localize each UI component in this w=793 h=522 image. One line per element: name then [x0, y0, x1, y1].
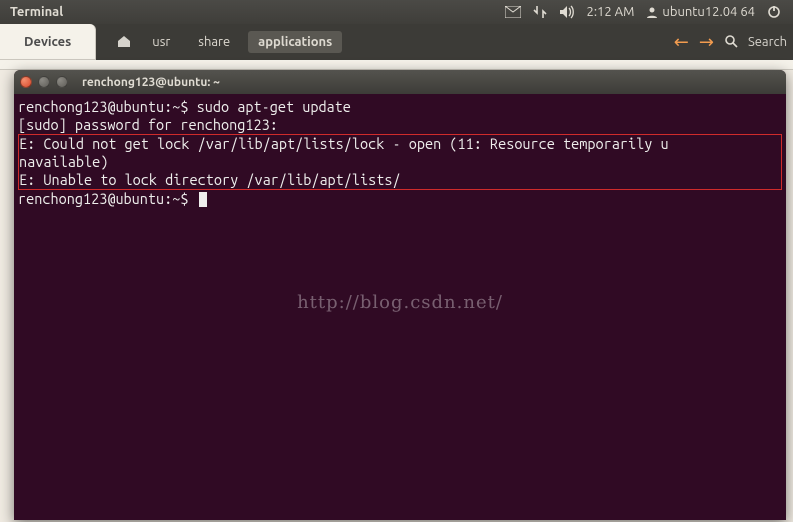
- terminal-error-line: E: Could not get lock /var/lib/apt/lists…: [19, 135, 781, 153]
- devices-tab[interactable]: Devices: [0, 24, 96, 60]
- prompt-text: renchong123@ubuntu:~$: [18, 190, 197, 207]
- terminal-line: renchong123@ubuntu:~$: [18, 190, 782, 208]
- crumb-share[interactable]: share: [188, 31, 240, 53]
- nav-back-button[interactable]: ←: [674, 32, 689, 53]
- file-manager-body-peek: [0, 60, 793, 70]
- terminal-titlebar[interactable]: renchong123@ubuntu: ~: [14, 70, 786, 94]
- clock-text[interactable]: 2:12 AM: [587, 5, 635, 19]
- window-minimize-button[interactable]: [38, 76, 50, 88]
- window-maximize-button[interactable]: [56, 76, 68, 88]
- terminal-error-line: E: Unable to lock directory /var/lib/apt…: [19, 171, 781, 189]
- window-close-button[interactable]: [20, 76, 32, 88]
- top-panel: Terminal 2:12 AM ubuntu12.04 64: [0, 0, 793, 24]
- terminal-line: renchong123@ubuntu:~$ sudo apt-get updat…: [18, 98, 782, 116]
- search-label[interactable]: Search: [748, 35, 787, 49]
- power-icon[interactable]: [767, 5, 781, 19]
- search-icon[interactable]: [724, 34, 738, 51]
- user-label: ubuntu12.04 64: [662, 5, 755, 19]
- mail-icon[interactable]: [505, 6, 521, 18]
- home-icon[interactable]: [116, 34, 132, 51]
- watermark-text: http://blog.csdn.net/: [14, 294, 786, 312]
- terminal-line: [sudo] password for renchong123:: [18, 116, 782, 134]
- volume-icon[interactable]: [559, 5, 575, 19]
- terminal-error-line: navailable): [19, 153, 781, 171]
- cursor: [199, 192, 207, 207]
- user-menu[interactable]: ubuntu12.04 64: [646, 5, 755, 19]
- network-icon[interactable]: [533, 5, 547, 19]
- terminal-window: renchong123@ubuntu: ~ renchong123@ubuntu…: [14, 70, 786, 520]
- breadcrumb: usr share applications: [116, 31, 342, 53]
- crumb-usr[interactable]: usr: [142, 31, 180, 53]
- terminal-body[interactable]: renchong123@ubuntu:~$ sudo apt-get updat…: [14, 94, 786, 520]
- nav-forward-button[interactable]: →: [699, 32, 714, 53]
- crumb-applications[interactable]: applications: [248, 31, 342, 53]
- terminal-title: renchong123@ubuntu: ~: [82, 76, 220, 89]
- file-manager-toolbar: Devices usr share applications ← → Searc…: [0, 24, 793, 60]
- error-highlight-box: E: Could not get lock /var/lib/apt/lists…: [18, 134, 782, 190]
- active-app-name: Terminal: [6, 5, 63, 19]
